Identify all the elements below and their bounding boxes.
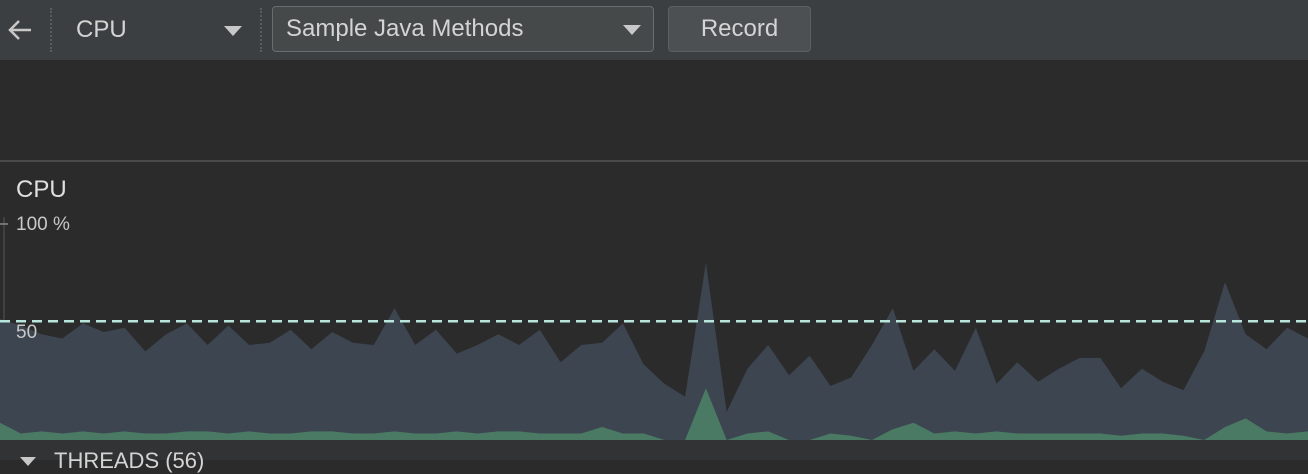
series-layer (0, 262, 1308, 440)
y-axis-label-max: 100 % (16, 214, 70, 235)
monitor-select-value: CPU (76, 16, 127, 43)
profiling-config-value: Sample Java Methods (286, 15, 524, 42)
chevron-down-icon (623, 25, 641, 35)
record-button[interactable]: Record (668, 6, 811, 52)
profiling-config-select[interactable]: Sample Java Methods (272, 6, 654, 52)
monitor-select[interactable]: CPU (64, 8, 254, 52)
expand-triangle-icon (20, 456, 36, 466)
threads-label: THREADS (56) (54, 448, 205, 473)
back-arrow-icon (8, 20, 31, 40)
back-button[interactable] (4, 14, 36, 46)
threads-section-toggle[interactable]: THREADS (56) (20, 448, 204, 474)
cpu-app-usage-area (0, 262, 1308, 440)
cpu-usage-chart[interactable] (0, 162, 1308, 440)
toolbar-separator (260, 8, 262, 52)
chevron-down-icon (224, 26, 242, 36)
y-axis-label-mid: 50 (16, 322, 38, 343)
toolbar-separator (50, 8, 52, 52)
toolbar: CPU Sample Java Methods Record (0, 0, 1308, 60)
